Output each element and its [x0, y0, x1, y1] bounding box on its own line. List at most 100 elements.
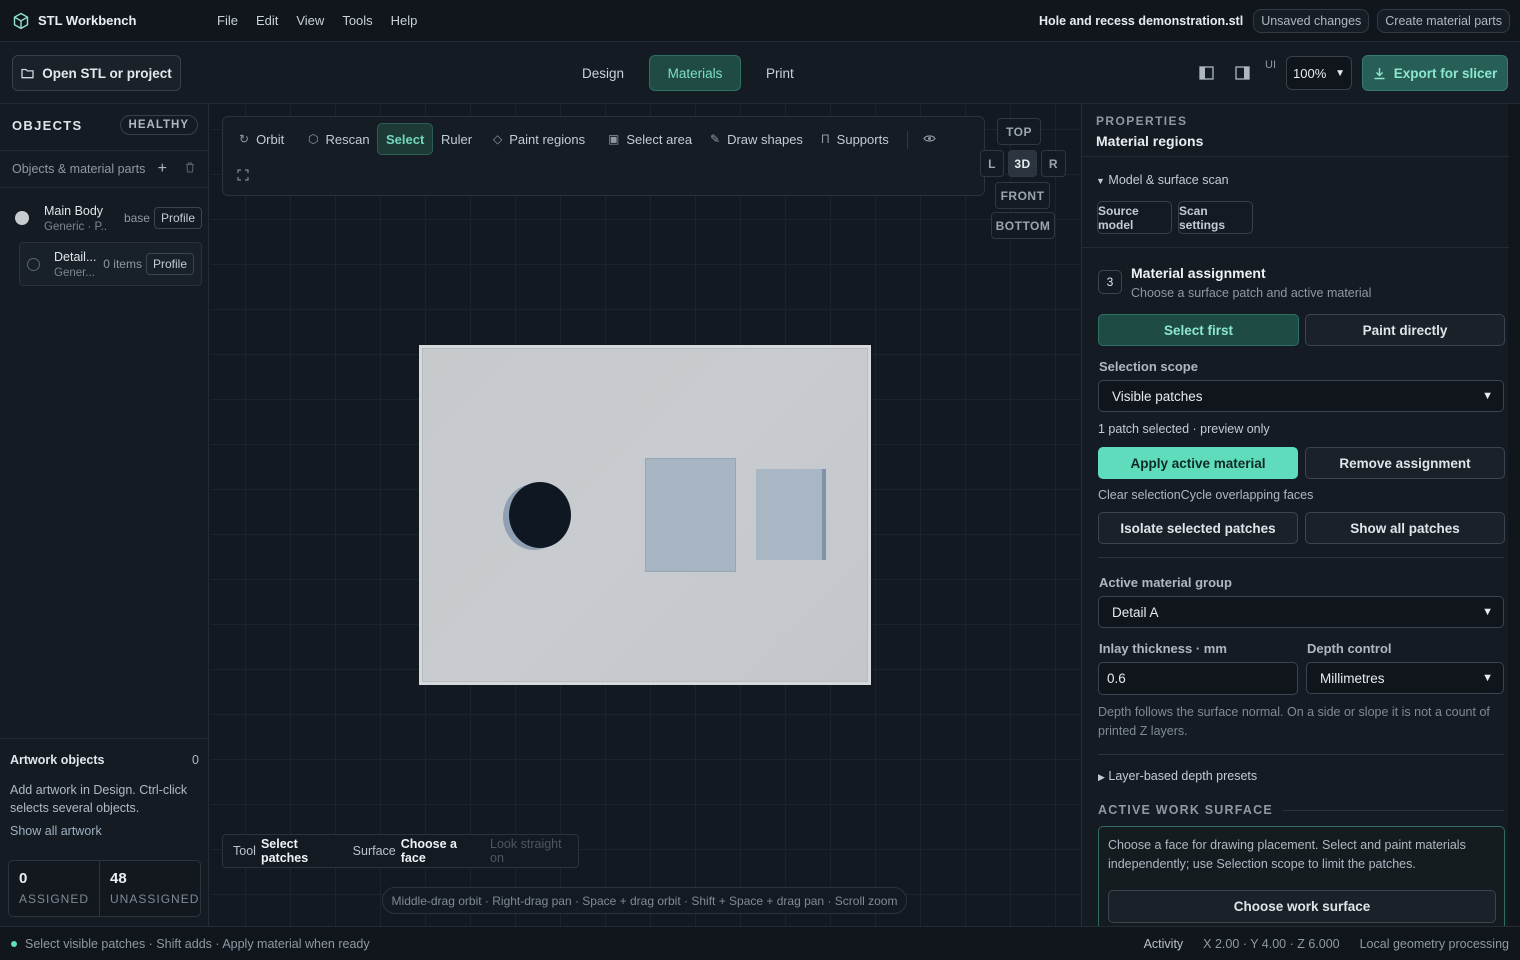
- clear-cycle-links[interactable]: Clear selectionCycle overlapping faces: [1098, 488, 1313, 502]
- thickness-value: 0.6: [1107, 671, 1126, 686]
- caret-right-icon: ▶: [1098, 772, 1105, 782]
- header-rule: [1282, 809, 1504, 811]
- tool-rescan[interactable]: ⬡ Rescan: [300, 123, 378, 155]
- top-toolbar: Open STL or project Design Materials Pri…: [0, 43, 1520, 104]
- menu-file[interactable]: File: [208, 13, 247, 28]
- apply-material-button[interactable]: Apply active material: [1098, 447, 1298, 479]
- object-tag: base: [123, 211, 150, 225]
- mode-tabs: Design Materials Print: [565, 55, 811, 91]
- fullscreen-icon[interactable]: [237, 169, 249, 184]
- viewport-toolbar: ↻ Orbit ⬡ Rescan Select Ruler ◇ Paint regio…: [222, 116, 985, 196]
- tool-select-area[interactable]: ▣ Select area: [600, 123, 700, 155]
- health-badge: HEALTHY: [119, 115, 198, 135]
- tool-rescan-label: Rescan: [325, 131, 370, 147]
- cube-icon: ⬡: [308, 132, 319, 146]
- profile-button[interactable]: Profile: [153, 207, 202, 229]
- left-panel-toggle-icon[interactable]: [1193, 60, 1219, 86]
- depth-presets-label: Layer-based depth presets: [1108, 769, 1258, 783]
- app-brand: STL Workbench: [12, 12, 202, 30]
- surface-status-key: Surface: [352, 844, 396, 858]
- ui-scale-select[interactable]: 100% ▼: [1286, 56, 1352, 90]
- chevron-down-icon: ▼: [1335, 67, 1345, 79]
- view-3d-button[interactable]: 3D: [1008, 150, 1037, 177]
- view-front-button[interactable]: FRONT: [995, 182, 1050, 209]
- artwork-header: Artwork objects 0: [10, 753, 199, 767]
- object-subtitle: Generic · P...: [44, 220, 106, 233]
- tool-orbit[interactable]: ↻ Orbit: [231, 123, 292, 155]
- properties-title: Material regions: [1096, 133, 1204, 149]
- material-group-select[interactable]: Detail A ▼: [1098, 596, 1504, 628]
- view-left-button[interactable]: L: [980, 150, 1004, 177]
- view-bottom-button[interactable]: BOTTOM: [991, 212, 1055, 239]
- tool-paint-regions[interactable]: ◇ Paint regions: [485, 123, 593, 155]
- artwork-title: Artwork objects: [10, 753, 105, 767]
- activity-button[interactable]: Activity: [1144, 937, 1184, 951]
- profile-button[interactable]: Profile: [145, 253, 194, 275]
- tab-design[interactable]: Design: [565, 55, 641, 91]
- right-panel-toggle-icon[interactable]: [1229, 60, 1255, 86]
- 3d-viewport[interactable]: ↻ Orbit ⬡ Rescan Select Ruler ◇ Paint regio…: [210, 104, 1080, 926]
- tool-paint-label: Paint regions: [509, 131, 586, 147]
- view-top-button[interactable]: TOP: [997, 118, 1041, 145]
- panel-scrollbar[interactable]: [1508, 104, 1520, 926]
- assigned-count: 0 ASSIGNED: [9, 861, 101, 916]
- model-scan-toggle[interactable]: ▼ Model & surface scan: [1096, 173, 1229, 187]
- tool-supports-label: Supports: [836, 131, 889, 147]
- eye-icon[interactable]: [923, 131, 936, 146]
- thickness-input[interactable]: 0.6: [1098, 662, 1298, 695]
- tool-status: Tool Select patches Surface Choose a fac…: [222, 834, 579, 868]
- remove-assignment-button[interactable]: Remove assignment: [1305, 447, 1505, 479]
- scan-settings-button[interactable]: Scan settings: [1178, 201, 1253, 234]
- source-model-button[interactable]: Source model: [1097, 201, 1172, 234]
- objects-subtitle: Objects & material parts: [12, 162, 146, 176]
- export-button[interactable]: Export for slicer: [1362, 55, 1508, 91]
- menu-tools[interactable]: Tools: [333, 13, 381, 28]
- tool-ruler[interactable]: Ruler: [433, 123, 480, 155]
- depth-control-select[interactable]: Millimetres ▼: [1306, 662, 1504, 694]
- scope-value: Visible patches: [1112, 388, 1203, 404]
- add-object-icon[interactable]: +: [158, 160, 167, 178]
- show-all-patches-button[interactable]: Show all patches: [1305, 512, 1505, 544]
- toolbar-divider: [907, 131, 908, 149]
- menu-view[interactable]: View: [287, 13, 333, 28]
- open-file-button[interactable]: Open STL or project: [12, 55, 181, 91]
- select-first-button[interactable]: Select first: [1098, 314, 1299, 346]
- model-recess-small[interactable]: [756, 469, 826, 560]
- create-parts-button[interactable]: Create material parts: [1377, 9, 1510, 33]
- material-group-value: Detail A: [1112, 604, 1159, 620]
- tool-draw-shapes[interactable]: ✎ Draw shapes: [702, 123, 811, 155]
- tool-supports[interactable]: Π Supports: [813, 123, 897, 155]
- model-recess-large[interactable]: [645, 458, 736, 572]
- tool-select[interactable]: Select: [377, 123, 434, 155]
- view-right-button[interactable]: R: [1041, 150, 1066, 177]
- tab-print[interactable]: Print: [749, 55, 811, 91]
- choose-work-surface-button[interactable]: Choose work surface: [1108, 890, 1496, 923]
- paint-directly-button[interactable]: Paint directly: [1305, 314, 1505, 346]
- isolate-patches-button[interactable]: Isolate selected patches: [1098, 512, 1298, 544]
- object-row-detail[interactable]: Detail... Gener... 0 items Profile: [19, 242, 202, 286]
- file-name: Hole and recess demonstration.stl: [1038, 14, 1244, 28]
- object-row-main-body[interactable]: Main Body Generic · P... base Profile: [12, 196, 202, 240]
- tool-draw-label: Draw shapes: [727, 131, 803, 147]
- model-scan-label: Model & surface scan: [1108, 173, 1229, 187]
- pencil-icon: ✎: [710, 132, 721, 146]
- depth-presets-toggle[interactable]: ▶ Layer-based depth presets: [1098, 769, 1257, 783]
- objects-panel: OBJECTS HEALTHY Objects & material parts…: [0, 104, 209, 926]
- tab-materials[interactable]: Materials: [649, 55, 742, 91]
- assigned-value: 0: [19, 870, 28, 887]
- object-subtitle: Gener...: [54, 266, 95, 279]
- app-name: STL Workbench: [38, 13, 137, 28]
- menu-help[interactable]: Help: [382, 13, 427, 28]
- tool-orbit-label: Orbit: [256, 131, 285, 147]
- model-scan-section: ▼ Model & surface scan Source model Scan…: [1082, 156, 1509, 248]
- unassigned-label: UNASSIGNED: [110, 892, 200, 906]
- menu-edit[interactable]: Edit: [247, 13, 287, 28]
- look-straight-on-button[interactable]: Look straight on: [490, 837, 568, 865]
- scan-settings-label: Scan settings: [1179, 203, 1226, 232]
- thickness-label: Inlay thickness · mm: [1099, 641, 1227, 656]
- model-hole[interactable]: [509, 482, 571, 548]
- show-all-artwork-link[interactable]: Show all artwork: [10, 824, 199, 838]
- model-plate[interactable]: [419, 345, 871, 685]
- scope-select[interactable]: Visible patches ▼: [1098, 380, 1504, 412]
- trash-icon[interactable]: [185, 162, 195, 176]
